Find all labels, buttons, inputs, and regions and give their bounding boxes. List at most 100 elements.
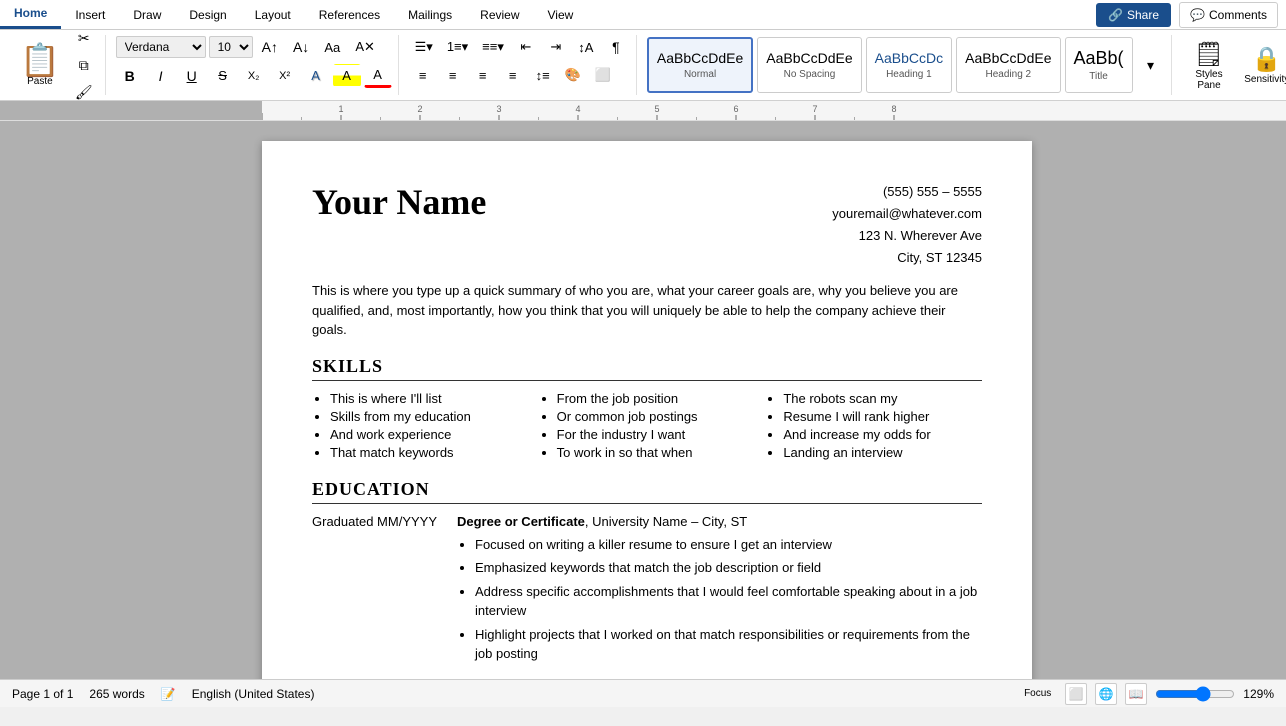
web-layout-button[interactable]: 🌐 bbox=[1095, 683, 1117, 705]
change-case-button[interactable]: Aa bbox=[318, 36, 346, 59]
font-color-button[interactable]: A bbox=[364, 63, 392, 88]
borders-button[interactable]: ⬜ bbox=[589, 63, 617, 87]
font-family-select[interactable]: Verdana bbox=[116, 36, 206, 58]
style-normal[interactable]: AaBbCcDdEe Normal bbox=[647, 37, 753, 93]
style-heading1-label: Heading 1 bbox=[886, 69, 932, 80]
edu-bullet-3: Address specific accomplishments that I … bbox=[475, 582, 982, 621]
text-highlight-button[interactable]: A bbox=[333, 64, 361, 87]
tab-home[interactable]: Home bbox=[0, 0, 61, 29]
multilevel-list-button[interactable]: ≡≡▾ bbox=[476, 35, 510, 59]
print-layout-button[interactable]: ⬜ bbox=[1065, 683, 1087, 705]
decrease-font-button[interactable]: A↓ bbox=[287, 35, 315, 59]
ribbon-content: 📋 Paste ✂ ⧉ 🖌 Verdana 10 A↑ A↓ Aa bbox=[0, 30, 1286, 100]
style-heading2-preview: AaBbCcDdEe bbox=[965, 50, 1051, 67]
tab-insert[interactable]: Insert bbox=[61, 2, 119, 28]
numbering-button[interactable]: 1≡▾ bbox=[441, 35, 474, 59]
styles-pane-group: 🗒 Styles Pane 🔒 Sensitivity bbox=[1176, 35, 1286, 95]
education-details: Degree or Certificate, University Name –… bbox=[457, 514, 982, 668]
tab-design[interactable]: Design bbox=[175, 2, 240, 28]
style-heading1[interactable]: AaBbCcDc Heading 1 bbox=[866, 37, 952, 93]
sort-button[interactable]: ↕A bbox=[572, 35, 600, 59]
justify-button[interactable]: ≡ bbox=[499, 63, 527, 87]
education-row: Graduated MM/YYYY Degree or Certificate,… bbox=[312, 514, 982, 668]
contact-address: 123 N. Wherever Ave bbox=[832, 225, 982, 247]
style-title[interactable]: AaBb( Title bbox=[1065, 37, 1133, 93]
underline-button[interactable]: U bbox=[178, 64, 206, 88]
subscript-button[interactable]: X₂ bbox=[240, 66, 268, 86]
align-center-button[interactable]: ≡ bbox=[439, 63, 467, 87]
ribbon-tab-bar: Home Insert Draw Design Layout Reference… bbox=[0, 0, 1286, 30]
svg-text:7: 7 bbox=[812, 104, 817, 114]
increase-font-button[interactable]: A↑ bbox=[256, 35, 284, 59]
skills-col-2: From the job position Or common job post… bbox=[539, 391, 756, 463]
shading-button[interactable]: 🎨 bbox=[559, 63, 587, 87]
share-label: Share bbox=[1127, 8, 1159, 22]
expand-styles-button[interactable]: ▾ bbox=[1137, 53, 1165, 78]
skills-col-1: This is where I'll list Skills from my e… bbox=[312, 391, 529, 463]
superscript-button[interactable]: X² bbox=[271, 66, 299, 86]
styles-pane-button[interactable]: 🗒 Styles Pane bbox=[1182, 35, 1237, 96]
read-mode-button[interactable]: 📖 bbox=[1125, 683, 1147, 705]
skill-2-3: For the industry I want bbox=[557, 427, 756, 442]
share-button[interactable]: 🔗 Share bbox=[1096, 3, 1171, 27]
skill-3-1: The robots scan my bbox=[783, 391, 982, 406]
align-right-button[interactable]: ≡ bbox=[469, 63, 497, 87]
word-count: 265 words bbox=[89, 687, 144, 701]
bullets-button[interactable]: ☰▾ bbox=[409, 35, 439, 59]
style-title-preview: AaBb( bbox=[1074, 48, 1124, 70]
skill-2-2: Or common job postings bbox=[557, 409, 756, 424]
style-heading2[interactable]: AaBbCcDdEe Heading 2 bbox=[956, 37, 1060, 93]
style-no-spacing-preview: AaBbCcDdEe bbox=[766, 50, 852, 67]
education-section: EDUCATION Graduated MM/YYYY Degree or Ce… bbox=[312, 479, 982, 668]
skills-title: SKILLS bbox=[312, 356, 982, 381]
zoom-slider[interactable] bbox=[1155, 686, 1235, 702]
skill-1-2: Skills from my education bbox=[330, 409, 529, 424]
sensitivity-label: Sensitivity bbox=[1244, 74, 1286, 85]
svg-text:5: 5 bbox=[654, 104, 659, 114]
line-spacing-button[interactable]: ↕≡ bbox=[529, 63, 557, 87]
skill-3-2: Resume I will rank higher bbox=[783, 409, 982, 424]
paste-button[interactable]: 📋 Paste bbox=[14, 40, 66, 91]
styles-pane-icon: 🗒 bbox=[1194, 40, 1224, 69]
strikethrough-button[interactable]: S bbox=[209, 64, 237, 87]
focus-button[interactable]: Focus bbox=[1018, 684, 1057, 703]
edu-bullet-4: Highlight projects that I worked on that… bbox=[475, 625, 982, 664]
cut-button[interactable]: ✂ bbox=[69, 26, 99, 51]
comments-button[interactable]: 💬 Comments bbox=[1179, 2, 1278, 28]
education-date: Graduated MM/YYYY bbox=[312, 514, 437, 668]
page-info: Page 1 of 1 bbox=[12, 687, 73, 701]
show-formatting-button[interactable]: ¶ bbox=[602, 35, 630, 59]
bold-button[interactable]: B bbox=[116, 64, 144, 88]
skill-2-4: To work in so that when bbox=[557, 445, 756, 460]
skills-section: SKILLS This is where I'll list Skills fr… bbox=[312, 356, 982, 463]
tab-review[interactable]: Review bbox=[466, 2, 533, 28]
skills-grid: This is where I'll list Skills from my e… bbox=[312, 391, 982, 463]
style-title-label: Title bbox=[1089, 71, 1108, 82]
ruler: 1 2 3 4 5 6 7 8 bbox=[0, 101, 1286, 121]
align-left-button[interactable]: ≡ bbox=[409, 63, 437, 87]
text-effects-button[interactable]: A bbox=[302, 64, 330, 87]
styles-group: AaBbCcDdEe Normal AaBbCcDdEe No Spacing … bbox=[641, 35, 1172, 95]
clear-formatting-button[interactable]: A✕ bbox=[349, 35, 381, 59]
tab-draw[interactable]: Draw bbox=[119, 2, 175, 28]
tab-references[interactable]: References bbox=[305, 2, 394, 28]
copy-button[interactable]: ⧉ bbox=[69, 53, 99, 78]
spell-check-icon[interactable]: 📝 bbox=[161, 687, 176, 701]
tab-mailings[interactable]: Mailings bbox=[394, 2, 466, 28]
language[interactable]: English (United States) bbox=[192, 687, 315, 701]
resume-header: Your Name (555) 555 – 5555 youremail@wha… bbox=[312, 181, 982, 269]
sensitivity-button[interactable]: 🔒 Sensitivity bbox=[1242, 40, 1286, 90]
italic-button[interactable]: I bbox=[147, 64, 175, 88]
decrease-indent-button[interactable]: ⇤ bbox=[512, 35, 540, 59]
clipboard-group: 📋 Paste ✂ ⧉ 🖌 bbox=[8, 35, 106, 95]
style-no-spacing[interactable]: AaBbCcDdEe No Spacing bbox=[757, 37, 861, 93]
contact-city: City, ST 12345 bbox=[832, 247, 982, 269]
tab-layout[interactable]: Layout bbox=[241, 2, 305, 28]
sensitivity-icon: 🔒 bbox=[1252, 45, 1282, 74]
increase-indent-button[interactable]: ⇥ bbox=[542, 35, 570, 59]
font-size-select[interactable]: 10 bbox=[209, 36, 253, 58]
skill-1-4: That match keywords bbox=[330, 445, 529, 460]
tab-view[interactable]: View bbox=[534, 2, 588, 28]
style-heading1-preview: AaBbCcDc bbox=[875, 50, 943, 67]
edu-bullet-1: Focused on writing a killer resume to en… bbox=[475, 535, 982, 555]
